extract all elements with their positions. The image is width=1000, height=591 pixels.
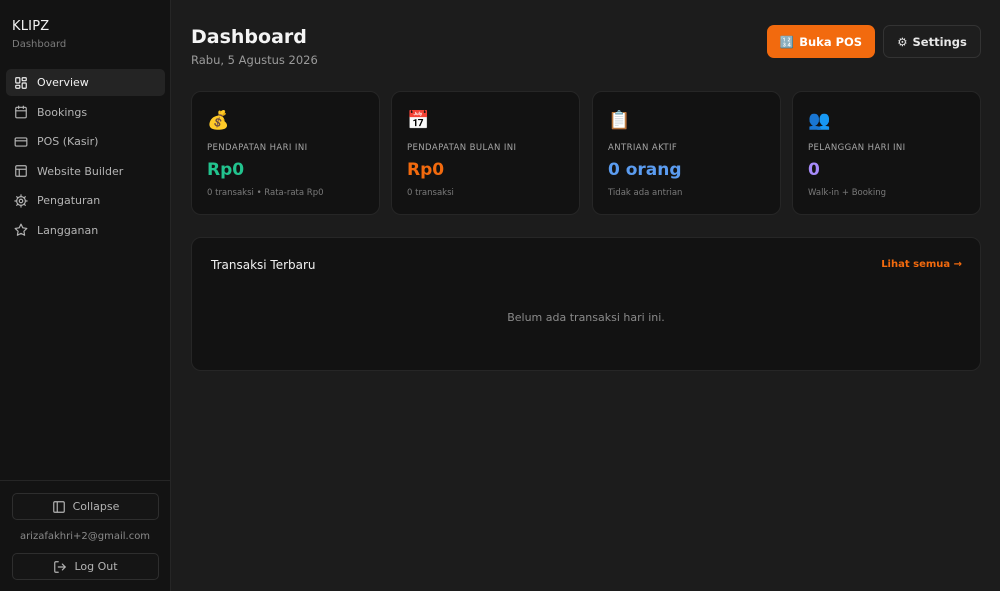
stat-card-active-queue: 📋 ANTRIAN AKTIF 0 orang Tidak ada antria… xyxy=(592,91,781,215)
page-title: Dashboard xyxy=(191,26,307,48)
recent-transactions-panel: Transaksi Terbaru Lihat semua → Belum ad… xyxy=(191,237,981,371)
collapse-label: Collapse xyxy=(72,500,120,513)
stat-value: 0 xyxy=(808,160,820,180)
stat-value: 0 orang xyxy=(608,160,682,180)
credit-card-icon xyxy=(14,137,28,147)
money-bag-icon: 💰 xyxy=(207,110,230,131)
sidebar-item-label: POS (Kasir) xyxy=(37,135,99,149)
sidebar-toggle-icon xyxy=(52,500,65,513)
layout-icon xyxy=(15,165,27,178)
sidebar-item-website-builder[interactable]: Website Builder xyxy=(6,158,165,185)
panel-title: Transaksi Terbaru xyxy=(211,258,316,272)
settings-button[interactable]: ⚙ Settings xyxy=(883,25,981,58)
stat-label: PELANGGAN HARI INI xyxy=(808,143,906,153)
sidebar-item-pos[interactable]: POS (Kasir) xyxy=(6,128,165,155)
brand-name: KLIPZ xyxy=(12,19,50,34)
calendar-icon xyxy=(15,105,27,119)
star-icon xyxy=(14,224,28,237)
sidebar-item-label: Bookings xyxy=(37,105,88,119)
stat-card-revenue-month: 📅 PENDAPATAN BULAN INI Rp0 0 transaksi xyxy=(391,91,580,215)
gear-icon: ⚙ xyxy=(897,34,908,49)
stat-subtext: 0 transaksi • Rata-rata Rp0 xyxy=(207,188,324,198)
stat-card-revenue-today: 💰 PENDAPATAN HARI INI Rp0 0 transaksi • … xyxy=(191,91,380,215)
stat-card-customers-today: 👥 PELANGGAN HARI INI 0 Walk-in + Booking xyxy=(792,91,981,215)
sidebar-footer: Collapse arizafakhri+2@gmail.com Log Out xyxy=(0,480,170,591)
user-email: arizafakhri+2@gmail.com xyxy=(19,531,151,542)
sidebar-item-bookings[interactable]: Bookings xyxy=(6,99,165,126)
stat-label: PENDAPATAN BULAN INI xyxy=(407,143,517,153)
people-icon: 👥 xyxy=(808,110,831,131)
sidebar-item-overview[interactable]: Overview xyxy=(6,69,165,96)
sidebar-nav: Overview Bookings POS (Kasir) Website Bu… xyxy=(6,69,165,247)
stat-subtext: Walk-in + Booking xyxy=(808,188,886,198)
stat-subtext: 0 transaksi xyxy=(407,188,454,198)
gear-icon xyxy=(14,194,28,208)
open-pos-button[interactable]: 🔢 Buka POS xyxy=(767,25,875,58)
sidebar-item-label: Overview xyxy=(37,76,89,89)
stat-value: Rp0 xyxy=(207,160,245,180)
open-pos-label: Buka POS xyxy=(799,34,863,49)
input-numbers-icon: 🔢 xyxy=(779,34,795,49)
clipboard-icon: 📋 xyxy=(608,110,631,131)
sidebar-item-label: Langganan xyxy=(37,223,99,237)
sidebar-item-pengaturan[interactable]: Pengaturan xyxy=(6,187,165,214)
settings-label: Settings xyxy=(912,34,967,49)
collapse-button[interactable]: Collapse xyxy=(12,493,159,520)
logout-button[interactable]: Log Out xyxy=(12,553,159,580)
sidebar: KLIPZ Dashboard Overview Bookings POS (K… xyxy=(0,0,171,591)
logout-icon xyxy=(54,560,67,573)
brand-subtitle: Dashboard xyxy=(12,39,67,50)
stat-value: Rp0 xyxy=(407,160,445,180)
sidebar-item-label: Website Builder xyxy=(37,164,124,178)
brand: KLIPZ Dashboard xyxy=(12,19,66,50)
sidebar-item-label: Pengaturan xyxy=(37,194,101,208)
view-all-link[interactable]: Lihat semua → xyxy=(881,259,962,270)
stat-subtext: Tidak ada antrian xyxy=(608,188,683,198)
stat-label: PENDAPATAN HARI INI xyxy=(207,143,308,153)
grid-icon xyxy=(15,76,27,89)
sidebar-item-langganan[interactable]: Langganan xyxy=(6,217,165,244)
calendar-icon: 📅 xyxy=(407,110,430,131)
page-date: Rabu, 5 Agustus 2026 xyxy=(191,53,318,67)
empty-state-message: Belum ada transaksi hari ini. xyxy=(507,311,665,324)
logout-label: Log Out xyxy=(74,560,118,573)
stat-label: ANTRIAN AKTIF xyxy=(608,143,678,153)
